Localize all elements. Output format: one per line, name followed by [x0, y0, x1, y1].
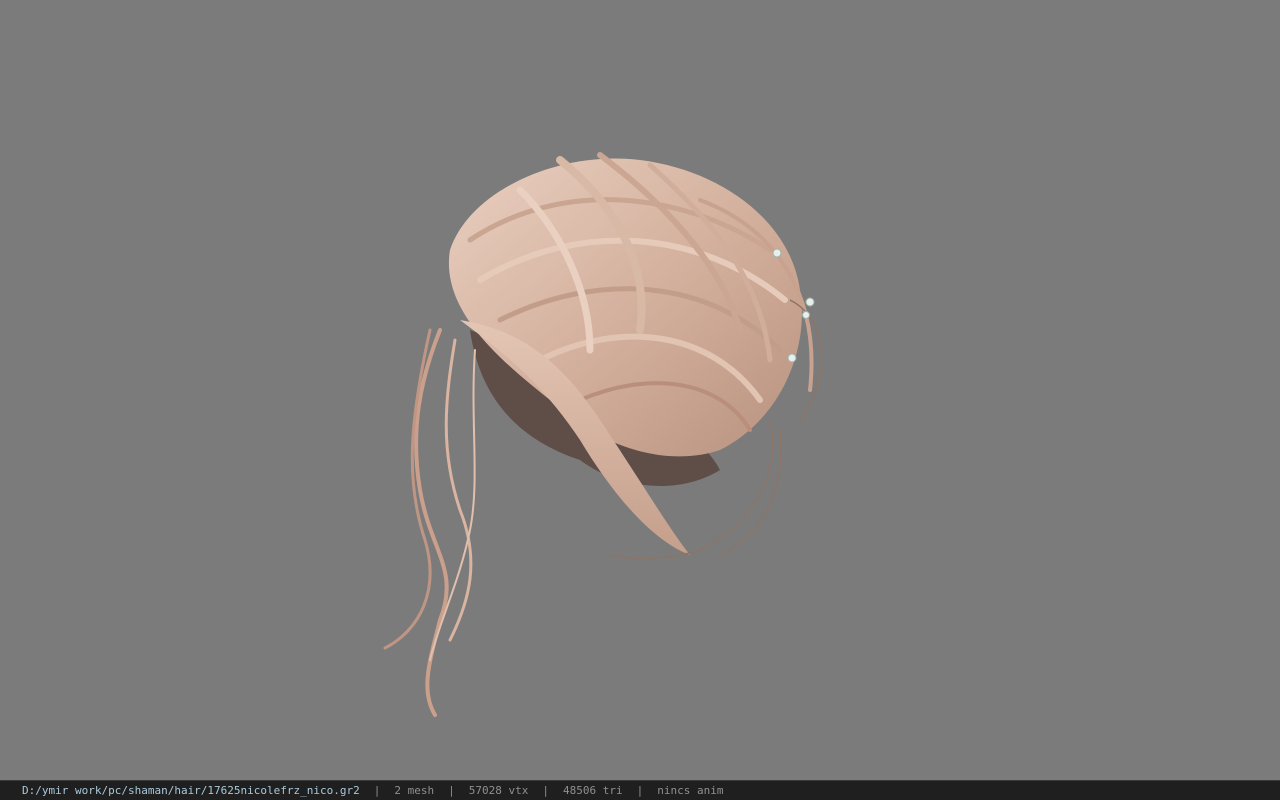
- pearl-icon: [805, 297, 815, 307]
- separator: |: [373, 784, 381, 797]
- status-bar: D:/ymir work/pc/shaman/hair/17625nicolef…: [0, 780, 1280, 800]
- triangle-count: 48506 tri: [563, 784, 623, 797]
- anim-status: nincs anim: [657, 784, 724, 797]
- loose-strands: [383, 328, 476, 717]
- separator: |: [448, 784, 455, 797]
- bun-mass: [448, 158, 802, 457]
- pearl-icon: [772, 248, 782, 258]
- pearl-icon: [787, 353, 797, 363]
- mesh-count: 2 mesh: [394, 784, 435, 797]
- vertex-count: 57028 vtx: [468, 784, 529, 797]
- 3d-viewport[interactable]: [0, 0, 1280, 780]
- file-path: D:/ymir work/pc/shaman/hair/17625nicolef…: [22, 784, 360, 797]
- pearl-icon: [802, 311, 810, 319]
- separator: |: [636, 784, 644, 797]
- separator: |: [542, 784, 549, 797]
- hair-model-render[interactable]: [0, 0, 1280, 780]
